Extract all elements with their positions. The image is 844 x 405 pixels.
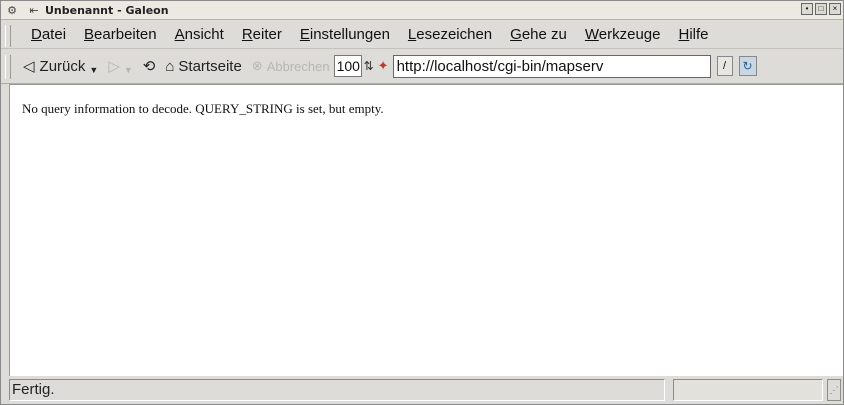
forward-button[interactable]: ▷ ▼ bbox=[108, 57, 132, 75]
zoom-input[interactable]: 100 bbox=[333, 55, 362, 77]
forward-arrow-icon: ▷ bbox=[108, 58, 120, 75]
menu-mnemonic: R bbox=[241, 25, 253, 43]
close-button[interactable]: × bbox=[829, 3, 841, 15]
url-dropdown-button[interactable]: / bbox=[716, 56, 733, 76]
galeon-app-icon[interactable]: ⚙ bbox=[5, 3, 19, 17]
status-bar: Fertig. ⋰ bbox=[1, 377, 843, 404]
forward-history-dropdown-icon[interactable]: ▼ bbox=[124, 65, 133, 75]
menu-bearbeiten[interactable]: Bearbeiten bbox=[84, 26, 157, 43]
maximize-button[interactable]: □ bbox=[815, 3, 827, 15]
menu-mnemonic: L bbox=[407, 25, 417, 43]
menu-hilfe[interactable]: Hilfe bbox=[678, 26, 708, 43]
zoom-spin-icon[interactable]: ⇅ bbox=[364, 59, 374, 73]
toolbar-handle[interactable] bbox=[5, 55, 11, 79]
menu-einstellungen[interactable]: Einstellungen bbox=[300, 26, 390, 43]
menubar-handle[interactable] bbox=[5, 25, 11, 47]
navigation-toolbar: ◁ Zurück ▼ ▷ ▼ ⟲ ⌂ Startseite ⊗ Abbreche… bbox=[1, 49, 843, 84]
menu-label: erkzeuge bbox=[598, 25, 661, 43]
menu-reiter[interactable]: Reiter bbox=[242, 26, 282, 43]
menu-werkzeuge[interactable]: Werkzeuge bbox=[585, 26, 661, 43]
browser-window: ⚙ ⇤ Unbenannt - Galeon • □ × Datei Bearb… bbox=[0, 0, 844, 405]
menu-mnemonic: W bbox=[584, 25, 599, 43]
menu-label: atei bbox=[41, 25, 67, 43]
stop-button[interactable]: ⊗ Abbrechen bbox=[252, 58, 330, 74]
back-arrow-icon: ◁ bbox=[23, 58, 35, 75]
reload-icon: ⟲ bbox=[142, 58, 156, 75]
home-label: Startseite bbox=[178, 57, 242, 75]
menu-label: instellungen bbox=[309, 25, 390, 43]
menu-bar: Datei Bearbeiten Ansicht Reiter Einstell… bbox=[1, 20, 843, 49]
menu-mnemonic: D bbox=[31, 25, 42, 43]
menu-mnemonic: B bbox=[84, 25, 95, 43]
menu-label: earbeiten bbox=[94, 25, 157, 43]
progress-bar bbox=[673, 379, 823, 401]
menu-label: esezeichen bbox=[416, 25, 493, 43]
menu-lesezeichen[interactable]: Lesezeichen bbox=[408, 26, 492, 43]
window-title: Unbenannt - Galeon bbox=[45, 3, 169, 17]
menu-datei[interactable]: Datei bbox=[31, 26, 66, 43]
menu-mnemonic: E bbox=[299, 25, 310, 43]
back-button[interactable]: ◁ Zurück ▼ bbox=[23, 57, 98, 76]
back-history-dropdown-icon[interactable]: ▼ bbox=[89, 65, 98, 75]
menu-gehe-zu[interactable]: Gehe zu bbox=[510, 26, 567, 43]
home-button[interactable]: ⌂ Startseite bbox=[165, 58, 241, 75]
menu-label: ilfe bbox=[689, 25, 709, 43]
menu-mnemonic: A bbox=[174, 25, 185, 43]
url-input[interactable]: http://localhost/cgi-bin/mapserv bbox=[392, 54, 711, 78]
menu-mnemonic: G bbox=[510, 25, 522, 43]
site-icon[interactable]: ✦ bbox=[378, 58, 389, 74]
stop-icon: ⊗ bbox=[251, 58, 263, 73]
resize-grip-icon[interactable]: ⋰ bbox=[827, 379, 841, 401]
go-icon[interactable]: ↻ bbox=[738, 56, 757, 76]
stop-label: Abbrechen bbox=[266, 58, 330, 74]
menu-label: nsicht bbox=[184, 25, 224, 43]
reload-button[interactable]: ⟲ bbox=[143, 57, 156, 75]
title-bar[interactable]: ⚙ ⇤ Unbenannt - Galeon • □ × bbox=[1, 1, 843, 20]
menu-label: ehe zu bbox=[521, 25, 567, 43]
menu-label: eiter bbox=[252, 25, 282, 43]
minimize-button[interactable]: • bbox=[801, 3, 813, 15]
home-icon: ⌂ bbox=[165, 57, 175, 75]
page-message: No query information to decode. QUERY_ST… bbox=[22, 101, 384, 116]
back-label: Zurück bbox=[39, 57, 86, 75]
pin-icon[interactable]: ⇤ bbox=[27, 3, 41, 17]
menu-mnemonic: H bbox=[678, 25, 690, 43]
status-text: Fertig. bbox=[9, 379, 665, 401]
page-content: No query information to decode. QUERY_ST… bbox=[9, 84, 843, 376]
menu-ansicht[interactable]: Ansicht bbox=[175, 26, 224, 43]
window-controls: • □ × bbox=[801, 3, 841, 15]
